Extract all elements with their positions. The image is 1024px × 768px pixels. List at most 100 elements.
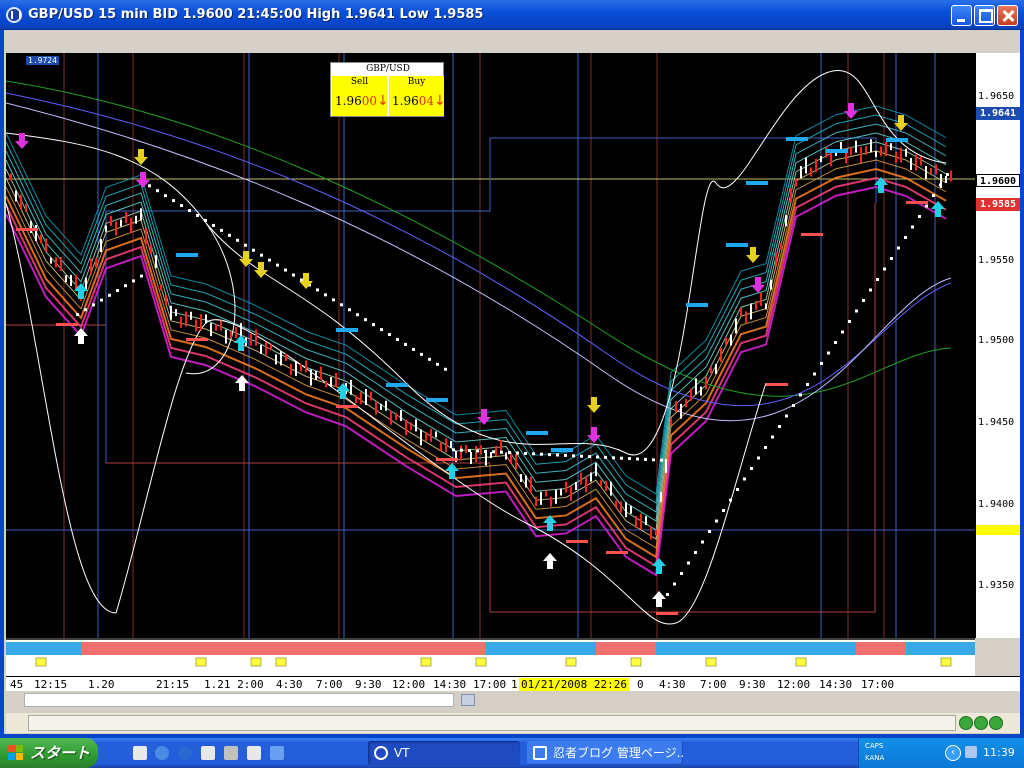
taskbar-item-blog[interactable]: 忍者ブログ 管理ページ... [527,741,683,765]
price-tick: 1.9500 [978,335,1015,346]
chart-canvas [6,53,975,638]
candle [750,303,752,320]
time-label: 12:15 [34,678,68,691]
candle [320,366,322,380]
status-green-icon[interactable] [959,716,973,730]
candle [785,215,787,227]
sar-dot [904,236,907,239]
sar-dot [799,393,802,397]
candle [310,369,312,386]
quicklaunch-browser-icon[interactable] [178,746,192,760]
level-tick [386,383,408,387]
sar-dot [84,308,87,312]
candle [415,419,417,432]
candle [565,481,567,493]
scrollbar-thumb[interactable] [461,694,475,706]
buy-arrow-icon [543,553,557,569]
candle [185,311,187,327]
minimize-button[interactable] [951,5,972,26]
price-chart[interactable] [6,53,975,638]
candle [690,388,692,401]
title-bar[interactable]: GBP/USD 15 min BID 1.9600 21:45:00 High … [0,0,1024,30]
status-green-icon[interactable] [974,716,988,730]
candle [535,497,537,506]
trend-segment [656,642,766,655]
level-tick [801,233,823,236]
candle [560,488,562,496]
sar-dot [841,330,844,334]
sar-dot [468,449,471,453]
time-label: 4:30 [659,678,686,691]
sar-dot [380,328,383,332]
candle [235,327,237,339]
status-green-icon[interactable] [989,716,1003,730]
sar-dot [883,267,886,271]
sar-dot [268,258,271,262]
time-label: 1 [511,678,518,691]
volume-icon[interactable] [965,746,977,758]
moving-average-line [6,150,947,540]
sar-dot [855,309,858,313]
sar-dot [666,593,669,596]
price-axis[interactable]: 1.9650 1.9550 1.9500 1.9450 1.9400 1.935… [975,53,1020,638]
candle [215,324,217,331]
sar-dot [284,268,287,272]
quicklaunch-app-icon[interactable] [270,746,284,760]
time-label: 9:30 [739,678,766,691]
signal-icon [795,657,807,667]
candle [435,431,437,438]
candle [425,431,427,441]
quicklaunch-notepad-icon[interactable] [201,746,215,760]
quicklaunch-printer-icon[interactable] [224,746,238,760]
candle [265,341,267,355]
candle [130,217,132,233]
candle [950,170,952,182]
bollinger-band [6,202,767,625]
candle [915,154,917,171]
time-label: 1.21 2:00 [204,678,264,691]
sar-dot [516,451,519,455]
level-tick [786,137,808,141]
sar-dot [792,404,795,407]
candle [900,147,902,163]
buy-button[interactable]: Buy 1.9604 ↓ [389,76,446,116]
candle [890,143,892,151]
sar-dot [862,299,865,302]
maximize-button[interactable] [974,5,995,26]
sar-dot [388,333,391,337]
sell-down-arrow-icon: ↓ [377,93,389,109]
trend-segment [6,642,81,655]
sar-dot [708,530,711,533]
quicklaunch-refresh-icon[interactable] [155,746,169,760]
sar-dot [460,448,463,452]
candle [525,475,527,488]
sar-dot [596,455,599,459]
start-button[interactable]: スタート [0,738,98,768]
candle [600,480,602,487]
candle [830,152,832,166]
tray-expand-icon[interactable]: ‹ [945,745,961,761]
sar-dot [540,452,543,456]
candle [105,225,107,232]
quicklaunch-file-icon[interactable] [247,746,261,760]
sell-button[interactable]: Sell 1.9600 ↓ [332,76,389,116]
candle [855,140,857,153]
quote-symbol: GBP/USD [366,64,410,74]
candle [850,147,852,156]
candle [25,204,27,212]
sar-dot [364,318,367,322]
candle [10,173,12,181]
candle [285,353,287,361]
candle [160,284,162,291]
candle [85,277,87,290]
horizontal-scrollbar[interactable] [24,693,475,707]
price-tick: 1.9450 [978,417,1015,428]
sar-dot [444,367,447,371]
candle [935,164,937,175]
close-button[interactable] [997,5,1018,26]
candle [65,275,67,283]
current-price-tag: 1.9600 [976,174,1020,187]
taskbar-item-vt[interactable]: VT [368,741,520,765]
quicklaunch-document-icon[interactable] [133,746,147,760]
candle [630,505,632,514]
